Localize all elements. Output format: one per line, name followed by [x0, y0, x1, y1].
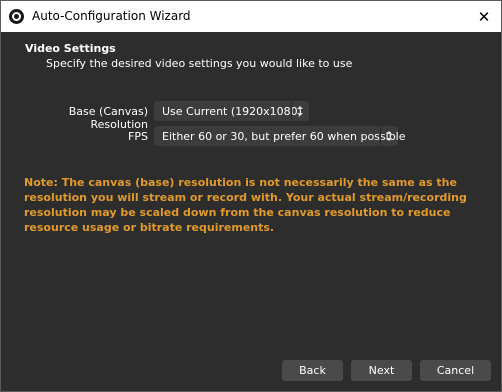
fps-value: Either 60 or 30, but prefer 60 when poss…: [162, 130, 406, 143]
resolution-value: Use Current (1920x1080): [162, 105, 302, 118]
page-title: Video Settings: [25, 42, 116, 55]
window-title: Auto-Configuration Wizard: [32, 9, 191, 23]
fps-select[interactable]: Either 60 or 30, but prefer 60 when poss…: [154, 126, 406, 146]
wizard-window: Auto-Configuration Wizard ✕ Video Settin…: [0, 0, 502, 392]
chevron-updown-icon: [291, 102, 308, 120]
next-button[interactable]: Next: [351, 360, 412, 381]
back-button[interactable]: Back: [282, 360, 343, 381]
obs-logo-icon: [9, 9, 24, 24]
cancel-button[interactable]: Cancel: [420, 360, 491, 381]
chevron-updown-icon: [380, 127, 397, 145]
fps-label: FPS: [128, 130, 148, 143]
close-icon[interactable]: ✕: [467, 1, 501, 32]
wizard-content: Video Settings Specify the desired video…: [1, 32, 501, 391]
resolution-select[interactable]: Use Current (1920x1080): [154, 101, 309, 121]
page-subtitle: Specify the desired video settings you w…: [46, 57, 353, 70]
resolution-label: Base (Canvas) Resolution: [68, 105, 148, 131]
title-bar: Auto-Configuration Wizard ✕: [1, 1, 501, 32]
resolution-note: Note: The canvas (base) resolution is no…: [24, 176, 467, 234]
